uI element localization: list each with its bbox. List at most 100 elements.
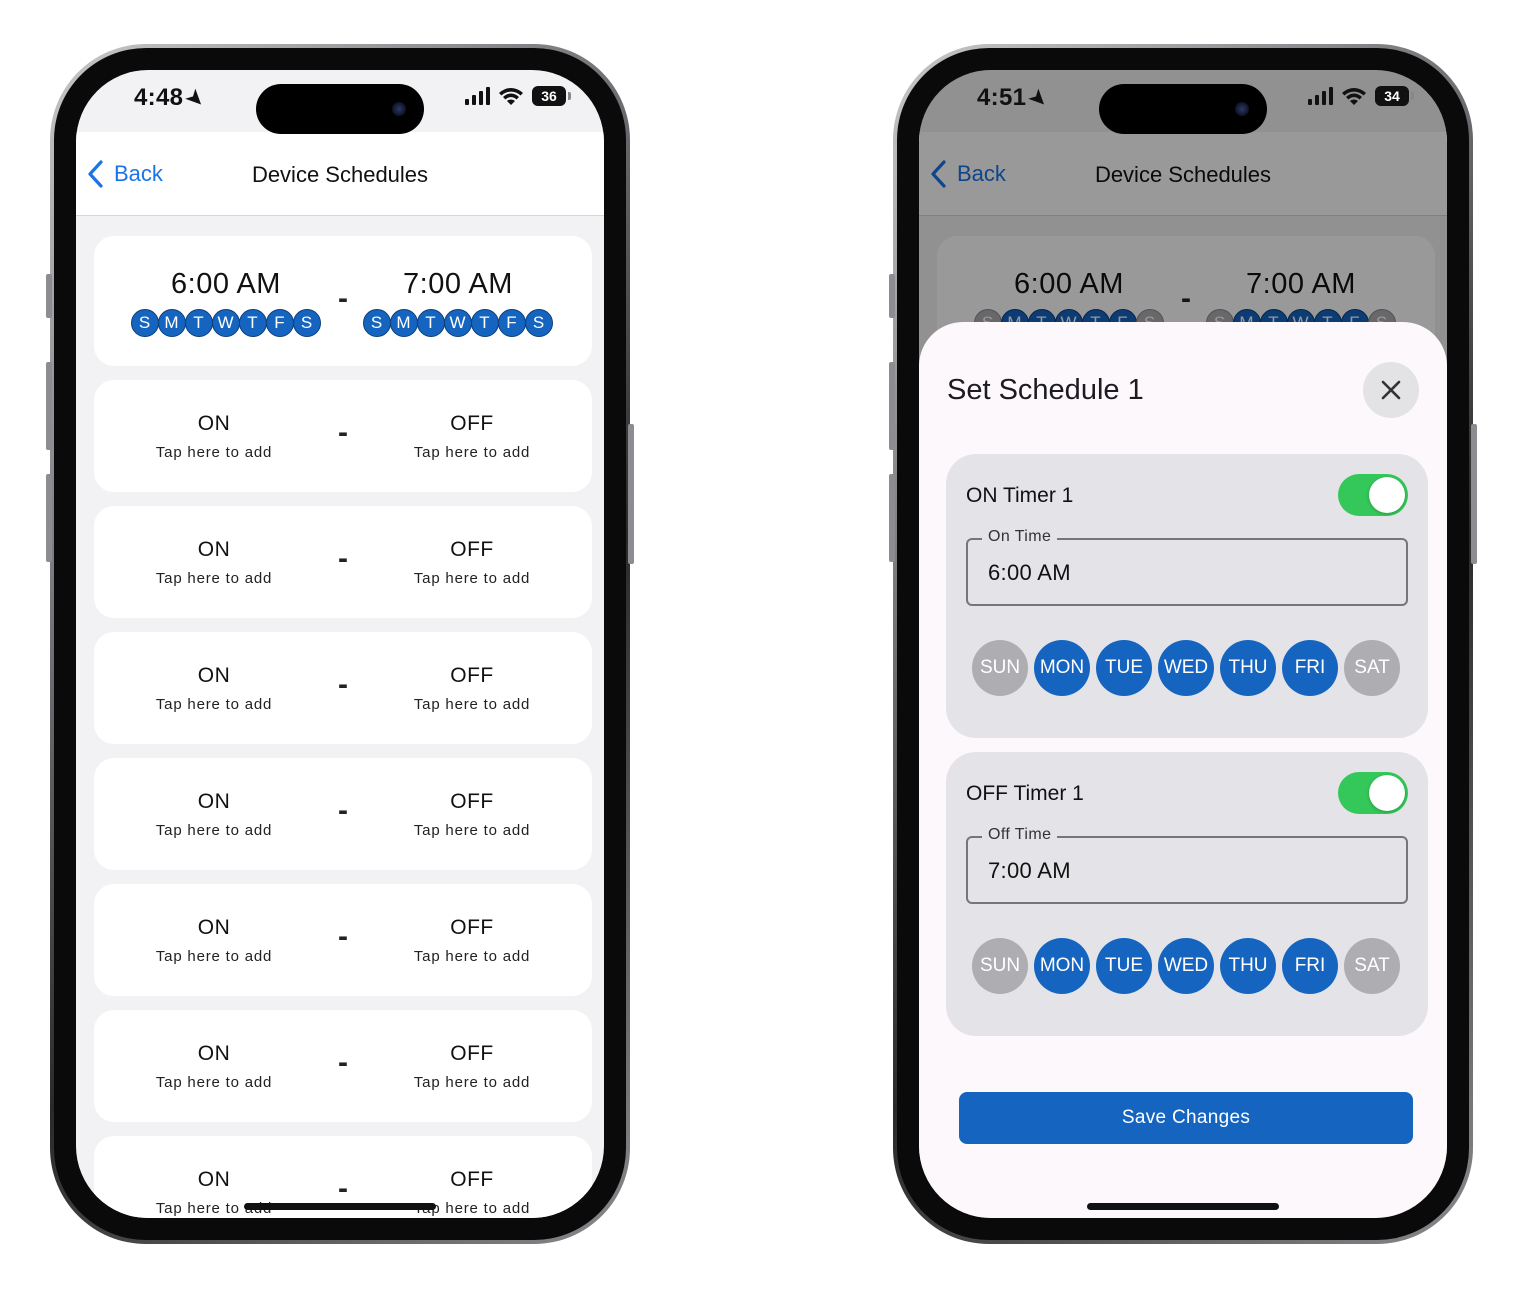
- on-time-field[interactable]: On Time 6:00 AM: [966, 528, 1408, 606]
- off-time: 7:00 AM: [403, 268, 513, 300]
- on-label: ON: [197, 1042, 231, 1065]
- add-hint: Tap here to add: [155, 570, 273, 587]
- day-badge: T: [416, 309, 445, 337]
- separator: -: [338, 1046, 348, 1079]
- schedule-card-1[interactable]: 6:00 AM S M T W T F S - 7:00 AM S M T W …: [94, 236, 592, 366]
- schedule-list: 6:00 AM S M T W T F S - 7:00 AM: [94, 236, 592, 1218]
- schedule-card-empty[interactable]: ON Tap here to add - OFF Tap here to add: [94, 758, 592, 870]
- silent-switch: [46, 274, 52, 318]
- day-toggle-thu[interactable]: THU: [1220, 938, 1276, 994]
- add-hint: Tap here to add: [155, 696, 273, 713]
- day-toggle-thu[interactable]: THU: [1220, 640, 1276, 696]
- status-time-text: 4:51: [977, 84, 1027, 111]
- day-toggle-tue[interactable]: TUE: [1096, 640, 1152, 696]
- close-button[interactable]: [1363, 362, 1419, 418]
- camera-icon: [1235, 102, 1249, 116]
- day-toggle-sun[interactable]: SUN: [972, 640, 1028, 696]
- add-hint: Tap here to add: [413, 444, 531, 461]
- power-button: [1471, 424, 1477, 564]
- on-slot: ON Tap here to add: [114, 412, 314, 461]
- schedule-card-empty[interactable]: ON Tap here to add - OFF Tap here to add: [94, 1010, 592, 1122]
- off-slot: OFF Tap here to add: [372, 664, 572, 713]
- off-timer-panel: OFF Timer 1 Off Time 7:00 AM SUN MON TUE…: [946, 752, 1428, 1036]
- home-indicator[interactable]: [244, 1203, 436, 1210]
- day-badge: S: [292, 309, 321, 337]
- day-badge: T: [470, 309, 499, 337]
- day-toggle-wed[interactable]: WED: [1158, 640, 1214, 696]
- battery-icon: 34: [1375, 86, 1414, 106]
- day-badge: T: [184, 309, 213, 337]
- screen: 4:48➤ 36 Back Device Schedules 6:00 AM S…: [76, 70, 604, 1218]
- off-slot: OFF Tap here to add: [372, 412, 572, 461]
- schedule-card-empty[interactable]: ON Tap here to add - OFF Tap here to add: [94, 884, 592, 996]
- on-timer-panel: ON Timer 1 On Time 6:00 AM SUN MON TUE W…: [946, 454, 1428, 738]
- day-toggle-mon[interactable]: MON: [1034, 640, 1090, 696]
- day-toggle-mon[interactable]: MON: [1034, 938, 1090, 994]
- day-toggle-tue[interactable]: TUE: [1096, 938, 1152, 994]
- off-timer-toggle[interactable]: [1338, 772, 1408, 814]
- off-label: OFF: [450, 1042, 494, 1065]
- schedule-sheet: Set Schedule 1 ON Timer 1 On Time 6:00 A…: [919, 322, 1447, 1218]
- off-day-selector: SUN MON TUE WED THU FRI SAT: [972, 938, 1400, 994]
- screen: 4:51➤ 34 Back Device Schedules 6:00 AM -…: [919, 70, 1447, 1218]
- off-time-field[interactable]: Off Time 7:00 AM: [966, 826, 1408, 904]
- wifi-icon: [499, 88, 523, 105]
- on-timer-toggle[interactable]: [1338, 474, 1408, 516]
- off-slot: 7:00 AM S M T W T F S: [358, 268, 558, 337]
- add-hint: Tap here to add: [413, 696, 531, 713]
- day-toggle-sat[interactable]: SAT: [1344, 938, 1400, 994]
- schedule-card-empty[interactable]: ON Tap here to add - OFF Tap here to add: [94, 506, 592, 618]
- day-toggle-sat[interactable]: SAT: [1344, 640, 1400, 696]
- schedule-card-empty[interactable]: ON Tap here to add - OFF Tap here to add: [94, 380, 592, 492]
- day-toggle-fri[interactable]: FRI: [1282, 938, 1338, 994]
- wifi-icon: [1342, 88, 1366, 105]
- off-label: OFF: [450, 1168, 494, 1191]
- day-badge: S: [362, 309, 391, 337]
- day-toggle-sun[interactable]: SUN: [972, 938, 1028, 994]
- day-badge: F: [265, 309, 294, 337]
- day-toggle-fri[interactable]: FRI: [1282, 640, 1338, 696]
- day-badge: W: [211, 309, 240, 337]
- volume-down-button: [889, 474, 895, 562]
- add-hint: Tap here to add: [413, 822, 531, 839]
- volume-down-button: [46, 474, 52, 562]
- silent-switch: [889, 274, 895, 318]
- camera-icon: [392, 102, 406, 116]
- off-slot: OFF Tap here to add: [372, 538, 572, 587]
- right-phone: 4:51➤ 34 Back Device Schedules 6:00 AM -…: [889, 44, 1477, 1244]
- add-hint: Tap here to add: [413, 948, 531, 965]
- off-time-label: Off Time: [982, 826, 1058, 844]
- status-time-text: 4:48: [134, 84, 184, 111]
- on-time: 6:00 AM: [171, 268, 281, 300]
- separator: -: [338, 794, 348, 827]
- nav-bar: Back Device Schedules: [76, 132, 604, 216]
- off-slot: OFF Tap here to add: [372, 790, 572, 839]
- on-slot: ON Tap here to add: [114, 790, 314, 839]
- day-toggle-wed[interactable]: WED: [1158, 938, 1214, 994]
- separator: -: [338, 416, 348, 449]
- on-day-selector: SUN MON TUE WED THU FRI SAT: [972, 640, 1400, 696]
- power-button: [628, 424, 634, 564]
- on-label: ON: [197, 664, 231, 687]
- location-arrow-icon: ➤: [1024, 85, 1053, 113]
- save-changes-button[interactable]: Save Changes: [959, 1092, 1413, 1144]
- day-badge: M: [389, 309, 418, 337]
- add-hint: Tap here to add: [413, 570, 531, 587]
- day-badge: S: [130, 309, 159, 337]
- day-badge: T: [238, 309, 267, 337]
- separator: -: [338, 282, 348, 315]
- cellular-signal-icon: [465, 87, 490, 105]
- off-label: OFF: [450, 916, 494, 939]
- day-badge: F: [497, 309, 526, 337]
- schedule-card-empty[interactable]: ON Tap here to add - OFF Tap here to add: [94, 632, 592, 744]
- on-timer-title: ON Timer 1: [966, 484, 1074, 507]
- cellular-signal-icon: [1308, 87, 1333, 105]
- left-phone: 4:48➤ 36 Back Device Schedules 6:00 AM S…: [46, 44, 634, 1244]
- home-indicator[interactable]: [1087, 1203, 1279, 1210]
- add-hint: Tap here to add: [155, 822, 273, 839]
- separator: -: [338, 1172, 348, 1205]
- on-label: ON: [197, 538, 231, 561]
- dynamic-island: [256, 84, 424, 134]
- off-label: OFF: [450, 412, 494, 435]
- separator: -: [338, 542, 348, 575]
